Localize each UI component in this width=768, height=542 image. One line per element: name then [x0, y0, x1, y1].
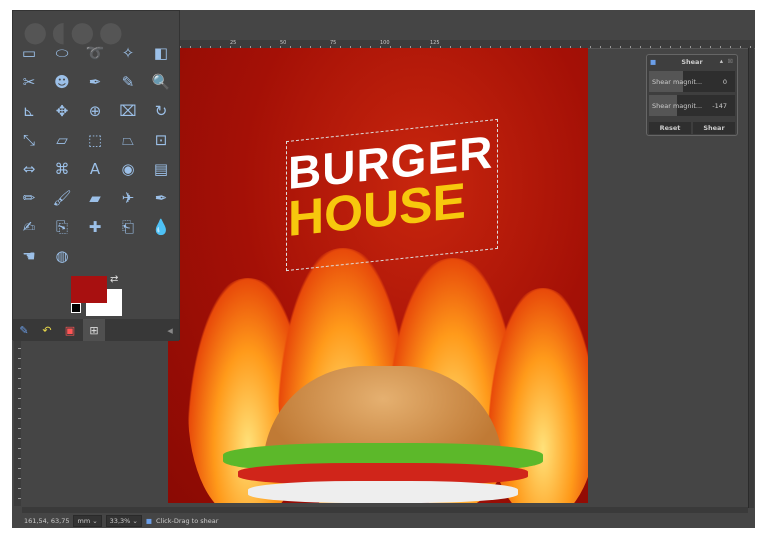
ruler-label: 75 — [330, 40, 337, 46]
ink-tool-icon[interactable]: ✒ — [148, 186, 174, 210]
eraser-tool-icon[interactable]: ▰ — [82, 186, 108, 210]
flip-tool-icon[interactable]: ⇔ — [16, 157, 42, 181]
bucket-fill-tool-icon[interactable]: ◉ — [115, 157, 141, 181]
swap-colors-icon[interactable]: ⇄ — [110, 274, 118, 285]
default-colors-icon[interactable] — [71, 303, 81, 313]
foreground-select-tool-icon[interactable]: ☻ — [49, 70, 75, 94]
cage-tool-icon[interactable]: ⌘ — [49, 157, 75, 181]
foreground-color-swatch[interactable] — [71, 276, 107, 303]
clone-tool-icon[interactable]: ⎘ — [49, 215, 75, 239]
images-tab-icon[interactable]: ▣ — [59, 319, 81, 341]
mypaint-brush-tool-icon[interactable]: ✍ — [16, 215, 42, 239]
ruler-label: 50 — [280, 40, 287, 46]
tool-options-tab-icon[interactable]: ✎ — [13, 319, 35, 341]
shear-dialog: ■ Shear ▴ ⊠ Shear magnit... 0 Shear magni… — [646, 54, 738, 136]
free-select-tool-icon[interactable]: ➰ — [82, 41, 108, 65]
color-picker-tool-icon[interactable]: ✎ — [115, 70, 141, 94]
dialog-title: Shear — [681, 58, 703, 66]
paths-tool-icon[interactable]: ✒ — [82, 70, 108, 94]
blur-tool-icon[interactable]: 💧 — [148, 215, 174, 239]
ruler-label: 25 — [230, 40, 237, 46]
status-message: Click-Drag to shear — [156, 516, 219, 525]
measure-tool-icon[interactable]: ⊾ — [16, 99, 42, 123]
zoom-select[interactable]: 33,3% ⌄ — [105, 514, 142, 527]
reset-button[interactable]: Reset — [649, 122, 691, 134]
shear-x-field[interactable]: Shear magnit... 0 — [649, 71, 735, 92]
dock-tabs: ✎ ↶ ▣ ⊞ ◂ — [13, 319, 179, 341]
vertical-scrollbar[interactable] — [748, 48, 754, 508]
ruler-label: 125 — [430, 40, 440, 46]
ruler-label: 100 — [380, 40, 390, 46]
image-canvas[interactable]: BURGER HOUSE — [168, 48, 588, 503]
shear-selection-box[interactable] — [286, 118, 498, 272]
burger-onion — [248, 481, 518, 503]
unit-select[interactable]: mm ⌄ — [73, 514, 102, 527]
smudge-tool-icon[interactable]: ☚ — [16, 244, 42, 268]
crop-tool-icon[interactable]: ⌧ — [115, 99, 141, 123]
pointer-coords: 161,54, 63,75 — [24, 516, 70, 525]
select-by-color-tool-icon[interactable]: ◧ — [148, 41, 174, 65]
shear-button[interactable]: Shear — [693, 122, 735, 134]
heal-tool-icon[interactable]: ✚ — [82, 215, 108, 239]
dodge-burn-tool-icon[interactable]: ◍ — [49, 244, 75, 268]
perspective-tool-icon[interactable]: ⏢ — [115, 128, 141, 152]
toolbox: ●◖●● ▭ ⬭ ➰ ✧ ◧ ✂ ☻ ✒ ✎ 🔍 ⊾ ✥ ⊕ ⌧ ↻ ⤡ ▱ ⬚ ⏢ ⊡ ⇔ ⌘ A ◉ ▤ ✏ 🖌 ▰ ✈ ✒ ✍ ⎘ ✚ ⎗ 💧… — [12, 10, 180, 341]
ellipse-select-tool-icon[interactable]: ⬭ — [49, 41, 75, 65]
undo-history-tab-icon[interactable]: ↶ — [36, 319, 58, 341]
dock-menu-icon[interactable]: ◂ — [159, 319, 181, 341]
device-status-tab-icon[interactable]: ⊞ — [83, 319, 105, 341]
align-tool-icon[interactable]: ⊕ — [82, 99, 108, 123]
paintbrush-tool-icon[interactable]: 🖌 — [49, 186, 75, 210]
airbrush-tool-icon[interactable]: ✈ — [115, 186, 141, 210]
close-icon[interactable]: ⊠ — [728, 57, 733, 65]
scissors-select-tool-icon[interactable]: ✂ — [16, 70, 42, 94]
rotate-tool-icon[interactable]: ⤡ — [16, 128, 42, 152]
blend-tool-icon[interactable]: ▤ — [148, 157, 174, 181]
perspective-clone-tool-icon[interactable]: ⎗ — [115, 215, 141, 239]
unified-transform-tool-icon[interactable]: ⊡ — [148, 128, 174, 152]
shear-y-field[interactable]: Shear magnit... -147 — [649, 95, 735, 116]
fuzzy-select-tool-icon[interactable]: ✧ — [115, 41, 141, 65]
scale-tool-icon[interactable]: ▱ — [49, 128, 75, 152]
zoom-tool-icon[interactable]: 🔍 — [148, 70, 174, 94]
shear-tool-icon[interactable]: ⬚ — [82, 128, 108, 152]
transform-tool-icon[interactable]: ↻ — [148, 99, 174, 123]
rect-select-tool-icon[interactable]: ▭ — [16, 41, 42, 65]
info-icon: ■ — [145, 516, 152, 525]
pencil-tool-icon[interactable]: ✏ — [16, 186, 42, 210]
move-tool-icon[interactable]: ✥ — [49, 99, 75, 123]
text-tool-icon[interactable]: A — [82, 157, 108, 181]
collapse-icon[interactable]: ▴ — [720, 57, 723, 65]
status-bar: 161,54, 63,75 mm ⌄ 33,3% ⌄ ■ Click-Drag … — [12, 513, 755, 528]
